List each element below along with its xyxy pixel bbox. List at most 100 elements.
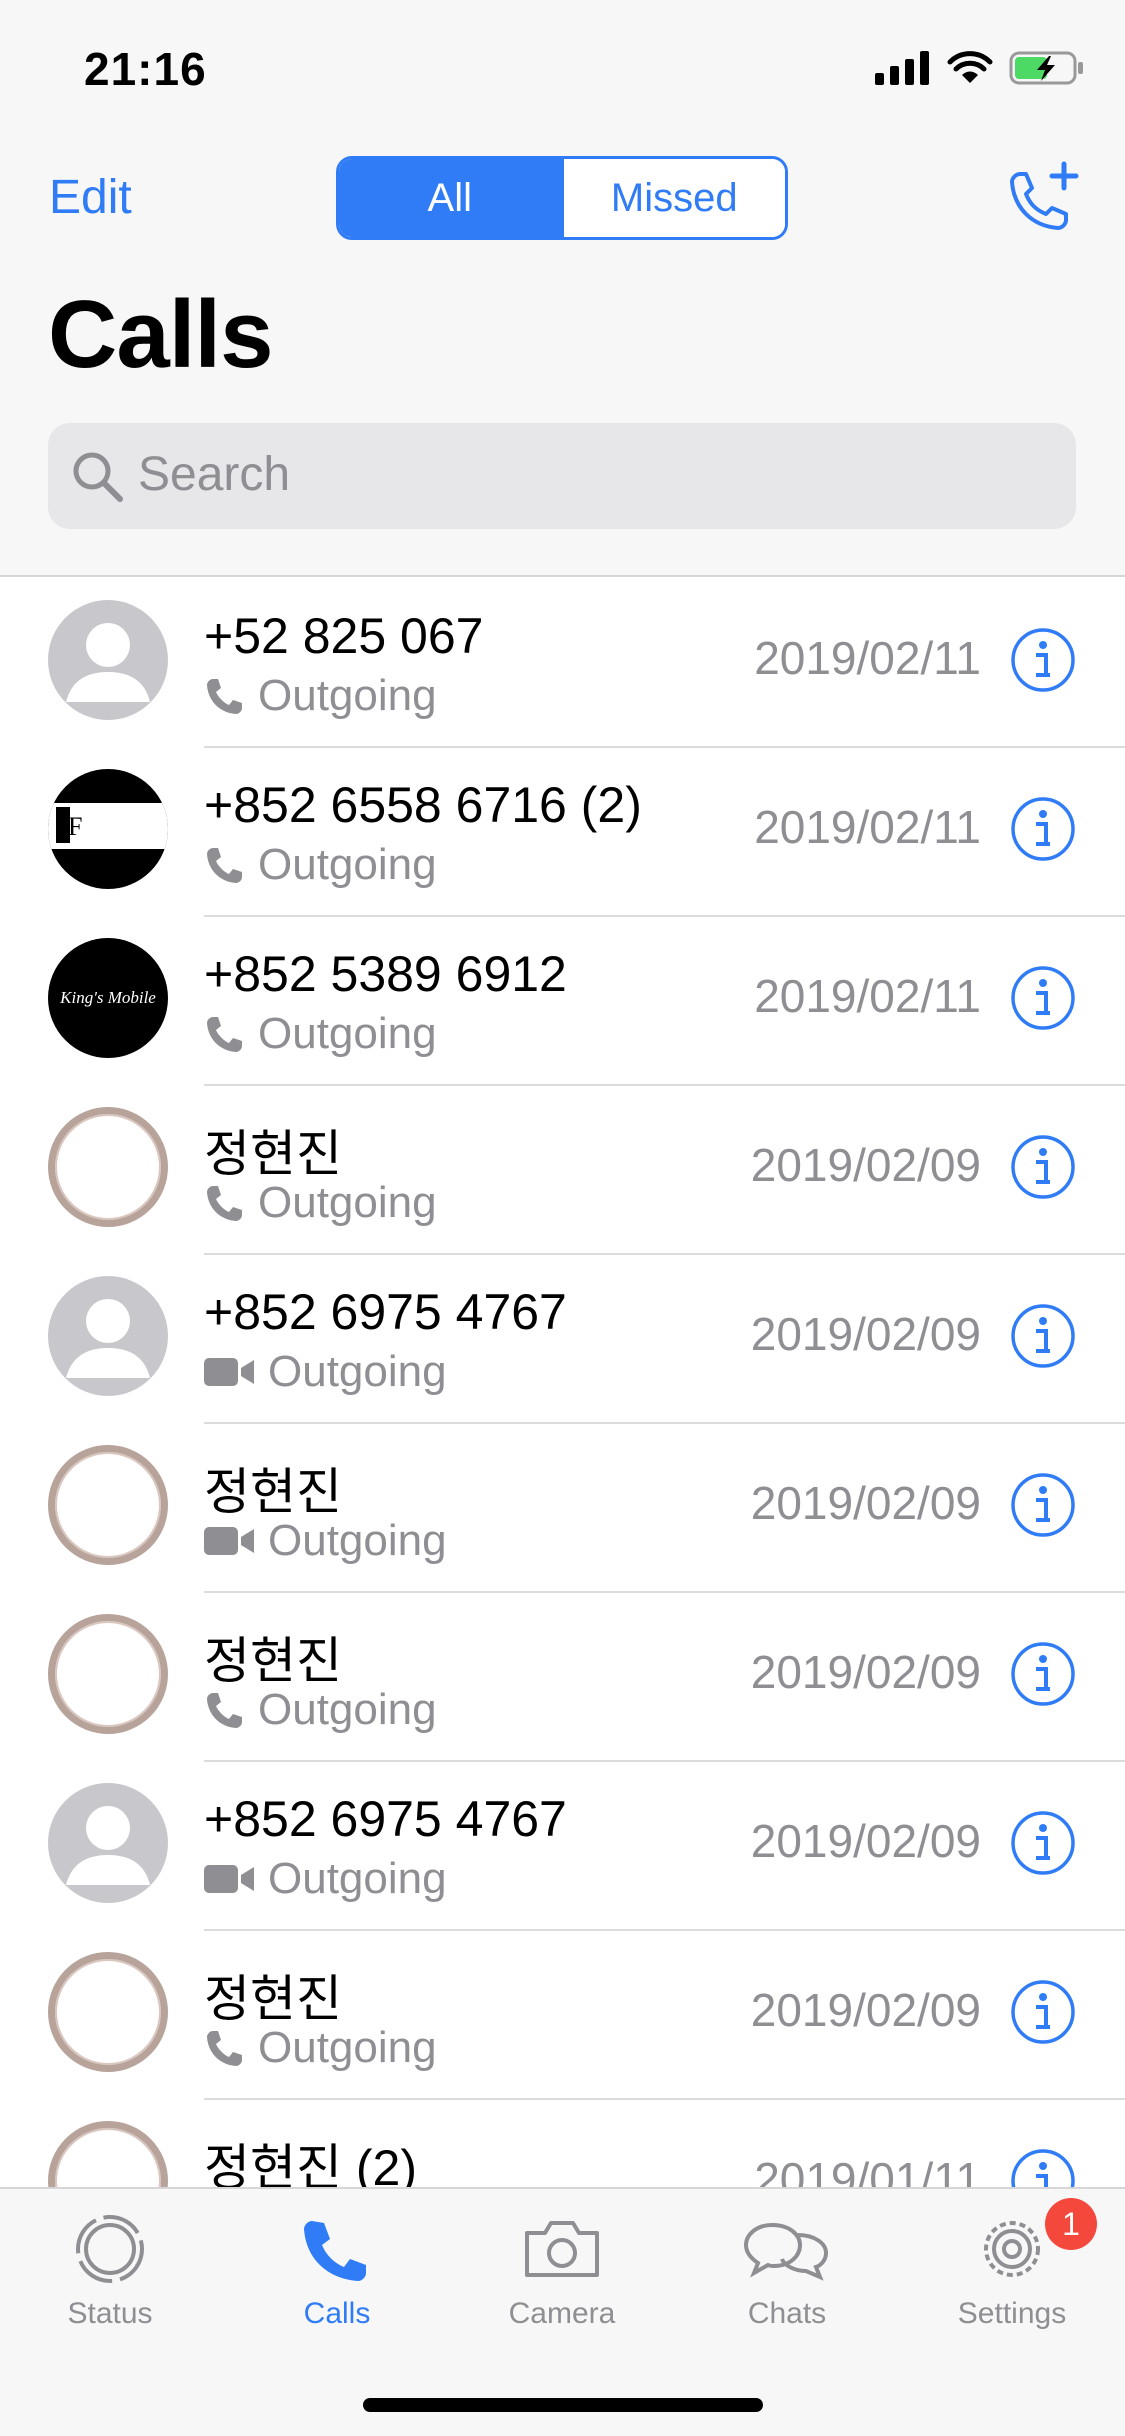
call-type-label: Outgoing — [258, 1178, 437, 1227]
call-type: Outgoing — [204, 1685, 437, 1735]
video-call-icon — [204, 1358, 254, 1386]
call-row[interactable]: 정현진 Outgoing 2019/02/09 — [0, 1593, 1125, 1762]
phone-icon — [304, 2221, 366, 2281]
tab-calls-label: Calls — [303, 2297, 371, 2330]
call-type: Outgoing — [204, 1009, 437, 1059]
avatar — [48, 1614, 168, 1734]
info-icon[interactable] — [1010, 1303, 1076, 1369]
call-date: 2019/02/11 — [754, 632, 981, 684]
video-call-icon — [204, 1527, 254, 1555]
info-icon[interactable] — [1010, 627, 1076, 693]
avatar-logo-text: King's Mobile — [60, 988, 156, 1007]
call-type-label: Outgoing — [258, 2023, 437, 2072]
call-row[interactable]: +852 6975 4767 Outgoing 2019/02/09 — [0, 1255, 1125, 1424]
call-type: Outgoing — [204, 1178, 437, 1228]
contact-name: +852 6558 6716 (2) — [204, 777, 642, 833]
call-filter-segmented-control: All Missed — [336, 156, 788, 240]
segment-missed[interactable]: Missed — [560, 159, 785, 237]
call-row[interactable]: 정현진 Outgoing 2019/02/09 — [0, 1086, 1125, 1255]
header: 21:16 Edit All Missed Calls Search — [0, 0, 1125, 577]
call-date: 2019/02/11 — [754, 801, 981, 853]
contact-name: +852 6975 4767 — [204, 1791, 567, 1847]
call-type-label: Outgoing — [268, 1854, 447, 1903]
contact-name: 정현진 (2) — [204, 2140, 417, 2188]
avatar — [48, 1107, 168, 1227]
battery-charging-icon — [1009, 51, 1083, 85]
call-row[interactable]: F +852 6558 6716 (2) Outgoing 2019/02/11 — [0, 748, 1125, 917]
contact-name: +52 825 067 — [204, 608, 484, 664]
phone-call-icon — [207, 1186, 242, 1221]
call-type-label: Outgoing — [268, 1516, 447, 1565]
info-icon[interactable] — [1010, 1979, 1076, 2045]
phone-call-icon — [207, 848, 242, 883]
status-icon — [76, 2215, 144, 2283]
info-icon[interactable] — [1010, 1810, 1076, 1876]
call-type: Outgoing — [204, 1854, 447, 1904]
info-icon[interactable] — [1010, 1641, 1076, 1707]
avatar — [48, 600, 168, 720]
status-icons — [875, 48, 1085, 88]
info-icon[interactable] — [1010, 796, 1076, 862]
call-date: 2019/02/09 — [750, 1477, 981, 1529]
call-date: 2019/02/09 — [750, 1308, 981, 1360]
tab-status[interactable]: Status — [20, 2209, 200, 2331]
info-icon[interactable] — [1010, 1472, 1076, 1538]
avatar — [48, 1445, 168, 1565]
segment-all[interactable]: All — [339, 159, 561, 237]
call-row[interactable]: 정현진 (2) 2019/01/11 — [0, 2100, 1125, 2188]
call-date: 2019/02/11 — [754, 970, 981, 1022]
tab-settings-label: Settings — [957, 2297, 1067, 2330]
tab-chats[interactable]: Chats — [697, 2209, 877, 2331]
person-silhouette-icon — [66, 1806, 150, 1885]
edit-button[interactable]: Edit — [49, 170, 132, 225]
new-call-icon[interactable] — [998, 160, 1082, 240]
contact-name: 정현진 — [204, 1971, 342, 2027]
tab-chats-label: Chats — [747, 2297, 827, 2330]
call-date: 2019/02/09 — [750, 1646, 981, 1698]
person-silhouette-icon — [66, 1299, 150, 1378]
avatar — [48, 1276, 168, 1396]
info-icon[interactable] — [1010, 965, 1076, 1031]
status-time: 21:16 — [84, 43, 207, 95]
avatar — [48, 1952, 168, 2072]
search-field[interactable]: Search — [48, 423, 1076, 529]
video-call-icon — [204, 1865, 254, 1893]
chat-bubbles-icon — [743, 2222, 829, 2281]
call-type: Outgoing — [204, 671, 437, 721]
tab-calls[interactable]: Calls — [247, 2209, 427, 2331]
svg-text:F: F — [68, 812, 82, 841]
call-type: Outgoing — [204, 2023, 437, 2073]
contact-name: 정현진 — [204, 1633, 342, 1689]
home-indicator[interactable] — [363, 2398, 763, 2412]
call-type-label: Outgoing — [258, 1009, 437, 1058]
contact-name: +852 5389 6912 — [204, 946, 567, 1002]
info-icon[interactable] — [1010, 2148, 1076, 2188]
call-row[interactable]: +852 6975 4767 Outgoing 2019/02/09 — [0, 1762, 1125, 1931]
call-date: 2019/02/09 — [750, 1984, 981, 2036]
call-date: 2019/02/09 — [750, 1815, 981, 1867]
calls-screen: 21:16 Edit All Missed Calls Search +52 8… — [0, 0, 1125, 2436]
call-date: 2019/01/11 — [754, 2153, 981, 2188]
wifi-icon — [947, 51, 993, 83]
tab-camera[interactable]: Camera — [472, 2209, 652, 2331]
call-row[interactable]: King's Mobile +852 5389 6912 Outgoing 2019/… — [0, 917, 1125, 1086]
avatar: F — [48, 769, 168, 889]
search-placeholder: Search — [138, 448, 291, 501]
contact-name: 정현진 — [204, 1464, 342, 1520]
avatar: King's Mobile — [48, 938, 168, 1058]
page-title: Calls — [48, 281, 273, 388]
gear-icon — [984, 2221, 1040, 2277]
logo-image: F — [48, 803, 168, 849]
call-list: +52 825 067 Outgoing 2019/02/11 F +852 6558 … — [0, 579, 1125, 2188]
call-row[interactable]: +52 825 067 Outgoing 2019/02/11 — [0, 579, 1125, 748]
call-type: Outgoing — [204, 1516, 447, 1566]
phone-call-icon — [207, 1693, 242, 1728]
contact-name: 정현진 — [204, 1126, 342, 1182]
phone-call-icon — [207, 1017, 242, 1052]
contact-name: +852 6975 4767 — [204, 1284, 567, 1340]
info-icon[interactable] — [1010, 1134, 1076, 1200]
settings-badge: 1 — [1045, 2198, 1097, 2250]
call-row[interactable]: 정현진 Outgoing 2019/02/09 — [0, 1931, 1125, 2100]
call-date: 2019/02/09 — [750, 1139, 981, 1191]
call-row[interactable]: 정현진 Outgoing 2019/02/09 — [0, 1424, 1125, 1593]
